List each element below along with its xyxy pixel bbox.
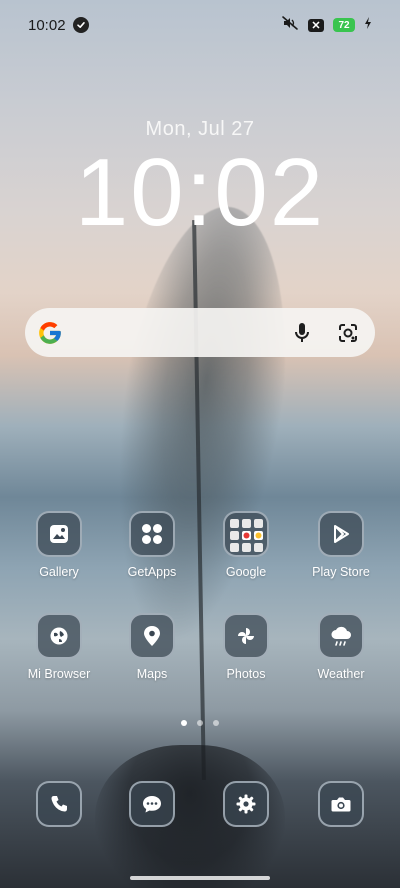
dock-messages[interactable] <box>106 781 198 827</box>
page-dot[interactable] <box>213 720 219 726</box>
app-photos[interactable]: Photos <box>200 613 292 681</box>
chat-icon <box>129 781 175 827</box>
folder-mini-icon <box>253 543 263 552</box>
google-search-bar[interactable] <box>25 308 375 357</box>
close-icon: ✕ <box>308 18 324 32</box>
lens-icon[interactable] <box>333 318 363 348</box>
cloud-rain-icon <box>318 613 364 659</box>
home-screen: 10:02 ✕ 72 Mon, Jul 27 10:02 Gallery Get… <box>0 0 400 888</box>
map-pin-icon <box>129 613 175 659</box>
page-dot[interactable] <box>197 720 203 726</box>
microphone-icon[interactable] <box>287 318 317 348</box>
settings-icon <box>223 781 269 827</box>
folder-mini-icon <box>241 543 251 552</box>
app-label: Mi Browser <box>27 667 91 681</box>
app-label: Google <box>225 565 267 579</box>
status-bar: 10:02 ✕ 72 <box>0 0 400 50</box>
dock-camera[interactable] <box>295 781 387 827</box>
globe-icon <box>36 613 82 659</box>
page-dot-active[interactable] <box>181 720 187 726</box>
google-folder-icon <box>223 511 269 557</box>
getapps-icon <box>129 511 175 557</box>
app-google-folder[interactable]: Google <box>200 511 292 579</box>
app-maps[interactable]: Maps <box>106 613 198 681</box>
folder-mini-icon <box>253 531 263 540</box>
dock-settings[interactable] <box>200 781 292 827</box>
play-store-icon <box>318 511 364 557</box>
app-play-store[interactable]: Play Store <box>295 511 387 579</box>
dock-phone[interactable] <box>13 781 105 827</box>
app-weather[interactable]: Weather <box>295 613 387 681</box>
charging-icon <box>364 16 372 34</box>
gallery-icon <box>36 511 82 557</box>
battery-level: 72 <box>338 19 350 31</box>
pinwheel-icon <box>223 613 269 659</box>
phone-icon <box>36 781 82 827</box>
battery-icon: 72 <box>333 18 355 32</box>
folder-mini-icon <box>241 519 251 528</box>
app-label: Maps <box>136 667 168 681</box>
verified-icon <box>72 17 89 33</box>
folder-mini-icon <box>253 519 263 528</box>
folder-mini-icon <box>229 543 239 552</box>
camera-icon <box>318 781 364 827</box>
google-logo-icon <box>39 321 61 344</box>
app-getapps[interactable]: GetApps <box>106 511 198 579</box>
folder-mini-icon <box>229 531 239 540</box>
app-label: Photos <box>226 667 266 681</box>
status-left: 10:02 <box>28 17 89 34</box>
app-label: Play Store <box>312 565 370 579</box>
page-indicator <box>0 720 400 726</box>
app-label: Weather <box>317 667 365 681</box>
app-label: Gallery <box>39 565 79 579</box>
status-time: 10:02 <box>28 16 66 34</box>
folder-mini-icon <box>241 531 251 540</box>
clock-text[interactable]: 10:02 <box>0 138 400 248</box>
app-gallery[interactable]: Gallery <box>13 511 105 579</box>
home-gesture-bar[interactable] <box>130 876 270 880</box>
folder-mini-icon <box>229 519 239 528</box>
app-mi-browser[interactable]: Mi Browser <box>13 613 105 681</box>
silent-icon <box>281 15 299 36</box>
status-right: ✕ 72 <box>281 15 372 36</box>
app-label: GetApps <box>127 565 177 579</box>
